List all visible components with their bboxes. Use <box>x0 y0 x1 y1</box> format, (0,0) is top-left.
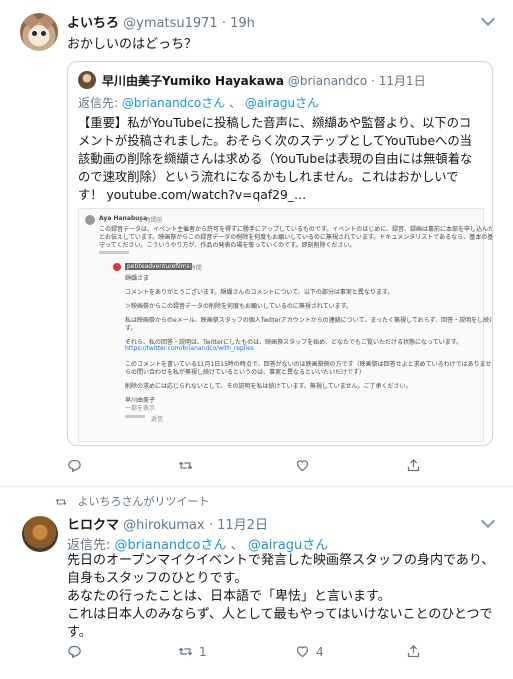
avatar-ear <box>38 13 56 30</box>
tweet-text-line: 自身もスタッフのひとりです。 <box>67 571 248 586</box>
tweet-text: 先日のオープンマイクイベントで発言した映画祭スタッフの身内であり、 自身もスタッ… <box>67 552 494 642</box>
like-button[interactable]: 4 <box>295 644 324 659</box>
share-icon <box>407 458 420 472</box>
comment-time: 2 時間前 <box>139 217 163 224</box>
reply-line: コメントをありがとうございます。纐纈さんのコメントについて、以下の部分は事実と異… <box>125 289 394 296</box>
avatar[interactable] <box>20 13 58 51</box>
avatar-eye <box>41 31 46 36</box>
reply-line: 私は映画祭からのeメール、映画祭スタッフの個人Twitterアカウントからの連絡… <box>125 317 493 324</box>
handle[interactable]: @hirokumax <box>123 518 205 533</box>
retweet-icon <box>178 647 193 656</box>
separator: · <box>371 74 375 88</box>
reply-separator: 、 <box>229 96 242 110</box>
like-icon <box>296 646 309 658</box>
reply-actions <box>125 415 145 418</box>
reply-line: 削除の求めには応じられないとして、その説明を私は続けています。無視していません。… <box>125 383 412 390</box>
timestamp[interactable]: 19h <box>230 16 255 31</box>
tweet-header: ヒロクマ @hirokumax · 11月2日 <box>67 514 268 533</box>
quoted-date: 11月1日 <box>378 74 426 88</box>
reply-link: https://twitter.com/brianandco/with_repl… <box>125 345 254 352</box>
reply-icon <box>68 645 81 659</box>
quoted-text: 【重要】私がYouTubeに投稿した音声に、纐纈あや監督より、以下のコ メントが… <box>78 114 482 204</box>
reply-mention: @airaguさん <box>244 96 320 110</box>
reply-mention[interactable]: @airaguさん <box>248 538 328 553</box>
tweet-header: よいちろ @ymatsu1971 · 19h <box>67 12 255 31</box>
share-button[interactable] <box>406 458 421 473</box>
reply-prefix: 返信先: <box>78 96 119 110</box>
avatar-eye <box>32 31 37 36</box>
display-name[interactable]: ヒロクマ <box>67 518 119 533</box>
quoted-text-line: ので速攻削除）という流れになるかもしれません。これはおかしいで <box>78 170 459 184</box>
quoted-display-name: 早川由美子Yumiko Hayakawa <box>102 74 285 88</box>
retweet-button[interactable]: 1 <box>178 644 207 659</box>
like-count: 4 <box>316 644 324 659</box>
reply-button[interactable] <box>67 644 88 659</box>
tweet-text-line: これは日本人のみならず、人として最もやってはいけないことのひとつで <box>67 607 493 622</box>
reply-line: らの問い合わせを私が無視し続けているというのは、事実と異なるといいたいだけです） <box>125 369 366 376</box>
like-button[interactable] <box>295 458 316 473</box>
quoted-text-line: メントが投稿されました。おそらく次のステップとしてYouTubeへの当 <box>78 134 472 148</box>
reply-avatar <box>113 263 121 271</box>
reply-icon <box>68 459 81 473</box>
quoted-reply-to: 返信先: @brianandcoさん 、 @airaguさん <box>78 94 319 111</box>
retweet-icon <box>178 461 193 470</box>
timestamp[interactable]: 11月2日 <box>217 518 268 533</box>
comment-line: 守ってください。こういうやり方が、作品の発表の場を奪っていくのです。即刻削除くだ… <box>99 242 356 249</box>
reply-user: petiteadventurefilms <box>125 263 192 270</box>
reply-line: 纐纈さま <box>125 275 150 282</box>
tweet-text-line: す。 <box>67 625 92 640</box>
avatar[interactable] <box>22 516 58 552</box>
quoted-text-line: す！ youtube.com/watch?v=qaf29_… <box>78 188 307 202</box>
quoted-text-line: 【重要】私がYouTubeに投稿した音声に、纐纈あや監督より、以下のコ <box>78 116 472 130</box>
show-more: 一部を表示 <box>125 405 156 412</box>
separator: · <box>208 518 213 533</box>
reply-line: す。 <box>125 325 137 332</box>
quoted-header: 早川由美子Yumiko Hayakawa @brianandco · 11月1日 <box>102 72 426 89</box>
separator: · <box>221 16 226 31</box>
reply-separator: 、 <box>230 538 244 553</box>
chevron-down-icon[interactable] <box>480 11 496 27</box>
comment-actions <box>99 251 129 254</box>
handle[interactable]: @ymatsu1971 <box>123 16 218 31</box>
share-icon <box>407 644 420 658</box>
reply-mention[interactable]: @brianandcoさん <box>115 538 227 553</box>
tweet-text: おかしいのはどっち？ <box>67 37 198 52</box>
retweet-count: 1 <box>199 644 207 659</box>
reply-time: 1 時間 <box>184 265 202 272</box>
reply-line: ＞映画祭からこの録音データの削除を何度もお願いしているのに無視されています。 <box>125 303 353 310</box>
quoted-image-screenshot: Aya Hanabusa 2 時間前 この録音データは、イベント主催者から許可を… <box>78 208 492 442</box>
quoted-tweet[interactable]: 早川由美子Yumiko Hayakawa @brianandco · 11月1日… <box>67 61 493 446</box>
share-button[interactable] <box>406 644 421 659</box>
quoted-text-line: 該動画の削除を纐纈さんは求める（YouTubeは表現の自由には無頓着な <box>78 152 473 166</box>
reply-action-label: 返信 <box>151 416 164 423</box>
commenter-avatar <box>85 215 95 225</box>
tweet-text-line: 先日のオープンマイクイベントで発言した映画祭スタッフの身内であり、 <box>67 553 495 568</box>
reply-button[interactable] <box>67 458 88 473</box>
reply-prefix: 返信先: <box>67 538 111 553</box>
tweet-yoichiro[interactable]: よいちろ @ymatsu1971 · 19h おかしいのはどっち？ 早川由美子Y… <box>0 0 513 487</box>
quoted-handle: @brianandco <box>287 74 368 88</box>
avatar-ear <box>22 13 40 30</box>
retweet-button[interactable] <box>178 458 199 473</box>
like-icon <box>296 460 309 472</box>
tweet-text-line: あなたの行ったことは、日本語で「卑怯」と言います。 <box>67 589 391 604</box>
display-name[interactable]: よいちろ <box>67 16 119 31</box>
quoted-avatar <box>78 71 96 89</box>
reply-to: 返信先: @brianandcoさん 、 @airaguさん <box>67 534 328 553</box>
reply-mention: @brianandcoさん <box>121 96 226 110</box>
